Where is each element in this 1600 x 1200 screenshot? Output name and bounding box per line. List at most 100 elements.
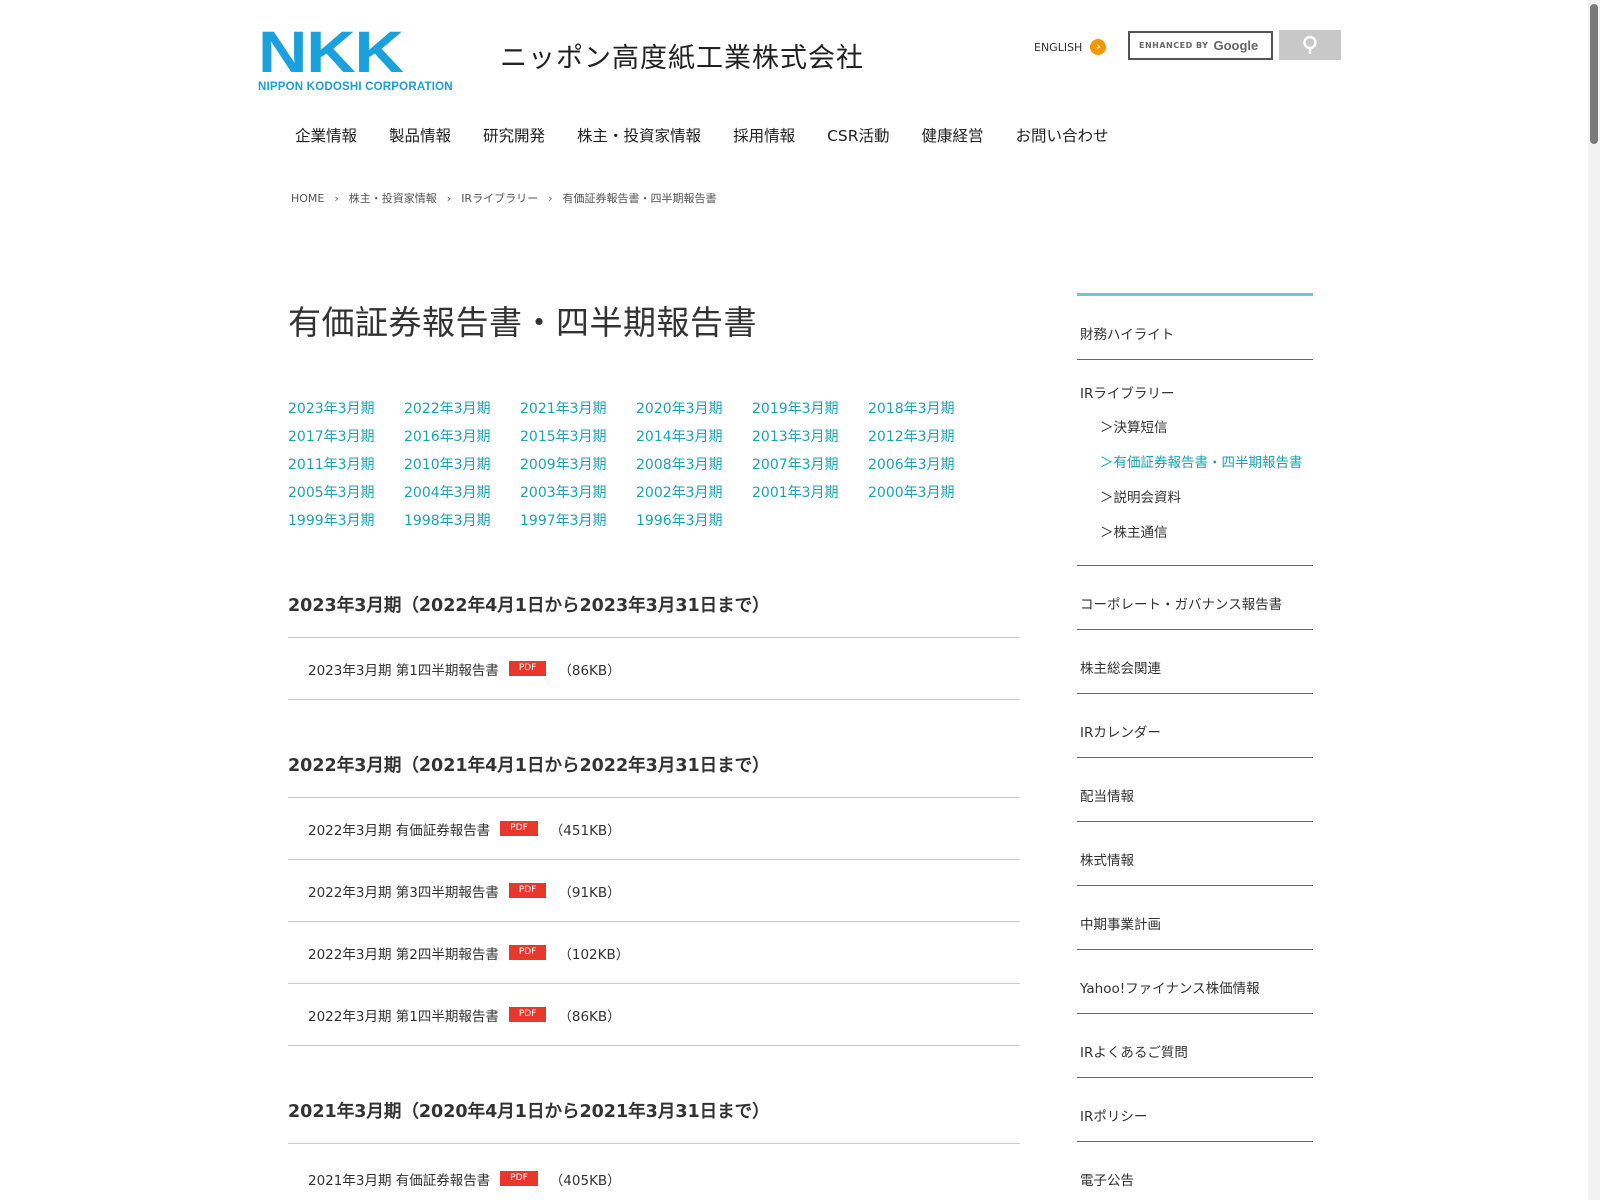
sidebar-group-ir-library: IRライブラリー ＞決算短信 ＞有価証券報告書・四半期報告書 ＞説明会資料 ＞株… bbox=[1077, 360, 1313, 566]
nav-item-company[interactable]: 企業情報 bbox=[295, 124, 357, 146]
chevron-right-icon: ＞ bbox=[1100, 525, 1114, 541]
nav-item-health[interactable]: 健康経営 bbox=[922, 124, 984, 146]
logo-mark: NKK bbox=[258, 20, 404, 85]
doc-row[interactable]: 2021年3月期 有価証券報告書 PDF （405KB） bbox=[288, 1144, 1020, 1200]
sidebar-subitem-earnings[interactable]: ＞決算短信 bbox=[1080, 416, 1313, 451]
doc-size: （86KB） bbox=[558, 662, 621, 679]
doc-name[interactable]: 2023年3月期 第1四半期報告書 bbox=[308, 659, 499, 679]
sidebar-item-dividends[interactable]: 配当情報 bbox=[1077, 758, 1313, 822]
doc-size: （91KB） bbox=[558, 884, 621, 901]
year-link[interactable]: 2022年3月期 bbox=[404, 398, 520, 426]
doc-name[interactable]: 2022年3月期 第2四半期報告書 bbox=[308, 943, 499, 963]
year-link[interactable]: 2013年3月期 bbox=[752, 426, 868, 454]
doc-size: （86KB） bbox=[558, 1008, 621, 1025]
search-input[interactable]: ENHANCED BY Google bbox=[1128, 31, 1273, 60]
sidebar-item-governance[interactable]: コーポレート・ガバナンス報告書 bbox=[1077, 566, 1313, 630]
ir-sidebar: 財務ハイライト IRライブラリー ＞決算短信 ＞有価証券報告書・四半期報告書 ＞… bbox=[1077, 293, 1313, 1200]
nav-item-investors[interactable]: 株主・投資家情報 bbox=[577, 124, 701, 146]
doc-row[interactable]: 2023年3月期 第1四半期報告書 PDF （86KB） bbox=[288, 638, 1020, 700]
year-link[interactable]: 2021年3月期 bbox=[520, 398, 636, 426]
year-link[interactable]: 2002年3月期 bbox=[636, 482, 752, 510]
sidebar-item-stock-info[interactable]: 株式情報 bbox=[1077, 822, 1313, 886]
page-title: 有価証券報告書・四半期報告書 bbox=[288, 303, 757, 342]
pdf-badge: PDF bbox=[508, 1007, 547, 1022]
sidebar-item-yahoo-finance[interactable]: Yahoo!ファイナンス株価情報 bbox=[1077, 950, 1313, 1014]
doc-size: （102KB） bbox=[558, 946, 630, 963]
year-link[interactable]: 2015年3月期 bbox=[520, 426, 636, 454]
breadcrumb: HOME › 株主・投資家情報 › IRライブラリー › 有価証券報告書・四半期… bbox=[291, 190, 716, 206]
sidebar-subitem-label: 決算短信 bbox=[1113, 420, 1168, 436]
doc-name[interactable]: 2021年3月期 有価証券報告書 bbox=[308, 1169, 490, 1189]
nkk-logo[interactable]: NKK NIPPON KODOSHI CORPORATION bbox=[258, 24, 474, 94]
year-link[interactable]: 1997年3月期 bbox=[520, 510, 636, 538]
search-button[interactable] bbox=[1279, 30, 1341, 60]
year-link[interactable]: 2014年3月期 bbox=[636, 426, 752, 454]
year-link[interactable]: 2004年3月期 bbox=[404, 482, 520, 510]
sidebar-item-financial-highlights[interactable]: 財務ハイライト bbox=[1077, 296, 1313, 360]
sidebar-item-ir-calendar[interactable]: IRカレンダー bbox=[1077, 694, 1313, 758]
sidebar-item-shareholders-meeting[interactable]: 株主総会関連 bbox=[1077, 630, 1313, 694]
nav-item-research[interactable]: 研究開発 bbox=[483, 124, 545, 146]
breadcrumb-ir-library[interactable]: IRライブラリー bbox=[461, 190, 538, 206]
scrollbar-thumb[interactable] bbox=[1590, 4, 1598, 144]
chevron-right-icon: › bbox=[446, 191, 452, 205]
sidebar-item-public-notice[interactable]: 電子公告 bbox=[1077, 1142, 1313, 1200]
doc-row[interactable]: 2022年3月期 第1四半期報告書 PDF （86KB） bbox=[288, 984, 1020, 1046]
year-link[interactable]: 2016年3月期 bbox=[404, 426, 520, 454]
sidebar-subitem-label: 説明会資料 bbox=[1113, 490, 1182, 506]
year-link[interactable]: 1996年3月期 bbox=[636, 510, 752, 538]
year-link[interactable]: 2006年3月期 bbox=[868, 454, 984, 482]
nav-item-products[interactable]: 製品情報 bbox=[389, 124, 451, 146]
year-link[interactable]: 1998年3月期 bbox=[404, 510, 520, 538]
year-link[interactable]: 2008年3月期 bbox=[636, 454, 752, 482]
doc-row[interactable]: 2022年3月期 第2四半期報告書 PDF （102KB） bbox=[288, 922, 1020, 984]
year-link[interactable]: 2023年3月期 bbox=[288, 398, 404, 426]
year-link[interactable]: 2019年3月期 bbox=[752, 398, 868, 426]
page-scrollbar[interactable] bbox=[1588, 0, 1600, 1200]
year-link[interactable]: 2001年3月期 bbox=[752, 482, 868, 510]
year-link[interactable]: 2011年3月期 bbox=[288, 454, 404, 482]
search-icon bbox=[1303, 35, 1317, 54]
sidebar-subitem-briefing[interactable]: ＞説明会資料 bbox=[1080, 486, 1313, 521]
year-link[interactable]: 2018年3月期 bbox=[868, 398, 984, 426]
sidebar-item-business-plan[interactable]: 中期事業計画 bbox=[1077, 886, 1313, 950]
nav-item-recruit[interactable]: 採用情報 bbox=[733, 124, 795, 146]
year-link[interactable]: 2005年3月期 bbox=[288, 482, 404, 510]
sidebar-item-ir-faq[interactable]: IRよくあるご質問 bbox=[1077, 1014, 1313, 1078]
year-links: 2023年3月期 2022年3月期 2021年3月期 2020年3月期 2019… bbox=[288, 398, 1028, 538]
sidebar-subitem-newsletter[interactable]: ＞株主通信 bbox=[1080, 521, 1313, 541]
year-link[interactable]: 1999年3月期 bbox=[288, 510, 404, 538]
pdf-badge: PDF bbox=[500, 1171, 538, 1186]
doc-name[interactable]: 2022年3月期 第3四半期報告書 bbox=[308, 881, 499, 901]
doc-name[interactable]: 2022年3月期 有価証券報告書 bbox=[308, 819, 490, 839]
sidebar-item-ir-library[interactable]: IRライブラリー bbox=[1080, 382, 1313, 402]
year-link[interactable]: 2012年3月期 bbox=[868, 426, 984, 454]
year-link[interactable]: 2020年3月期 bbox=[636, 398, 752, 426]
search-enhanced-label: ENHANCED BY bbox=[1139, 41, 1209, 50]
chevron-right-icon: › bbox=[334, 191, 339, 205]
breadcrumb-investors[interactable]: 株主・投資家情報 bbox=[349, 190, 437, 206]
sidebar-subitem-securities-reports[interactable]: ＞有価証券報告書・四半期報告書 bbox=[1080, 451, 1313, 486]
year-link[interactable]: 2017年3月期 bbox=[288, 426, 404, 454]
sidebar-item-ir-policy[interactable]: IRポリシー bbox=[1077, 1078, 1313, 1142]
year-link[interactable]: 2000年3月期 bbox=[868, 482, 984, 510]
chevron-right-icon: ＞ bbox=[1100, 455, 1114, 471]
year-link[interactable]: 2003年3月期 bbox=[520, 482, 636, 510]
nav-item-csr[interactable]: CSR活動 bbox=[827, 124, 889, 146]
doc-name[interactable]: 2022年3月期 第1四半期報告書 bbox=[308, 1005, 499, 1025]
section-2021: 2021年3月期（2020年4月1日から2021年3月31日まで） 2021年3… bbox=[288, 1098, 1020, 1200]
breadcrumb-home[interactable]: HOME bbox=[291, 192, 324, 205]
pdf-badge: PDF bbox=[500, 821, 538, 836]
year-link[interactable]: 2007年3月期 bbox=[752, 454, 868, 482]
doc-row[interactable]: 2022年3月期 第3四半期報告書 PDF （91KB） bbox=[288, 860, 1020, 922]
english-link[interactable]: ENGLISH › bbox=[1034, 39, 1107, 55]
pdf-badge: PDF bbox=[508, 661, 547, 676]
year-link[interactable]: 2010年3月期 bbox=[404, 454, 520, 482]
year-link[interactable]: 2009年3月期 bbox=[520, 454, 636, 482]
pdf-badge: PDF bbox=[508, 945, 547, 960]
sidebar-subitem-label: 有価証券報告書・四半期報告書 bbox=[1113, 455, 1303, 471]
nav-item-contact[interactable]: お問い合わせ bbox=[1016, 124, 1109, 146]
doc-row[interactable]: 2022年3月期 有価証券報告書 PDF （451KB） bbox=[288, 798, 1020, 860]
chevron-right-icon: › bbox=[1090, 39, 1107, 55]
chevron-right-icon: ＞ bbox=[1100, 420, 1114, 436]
